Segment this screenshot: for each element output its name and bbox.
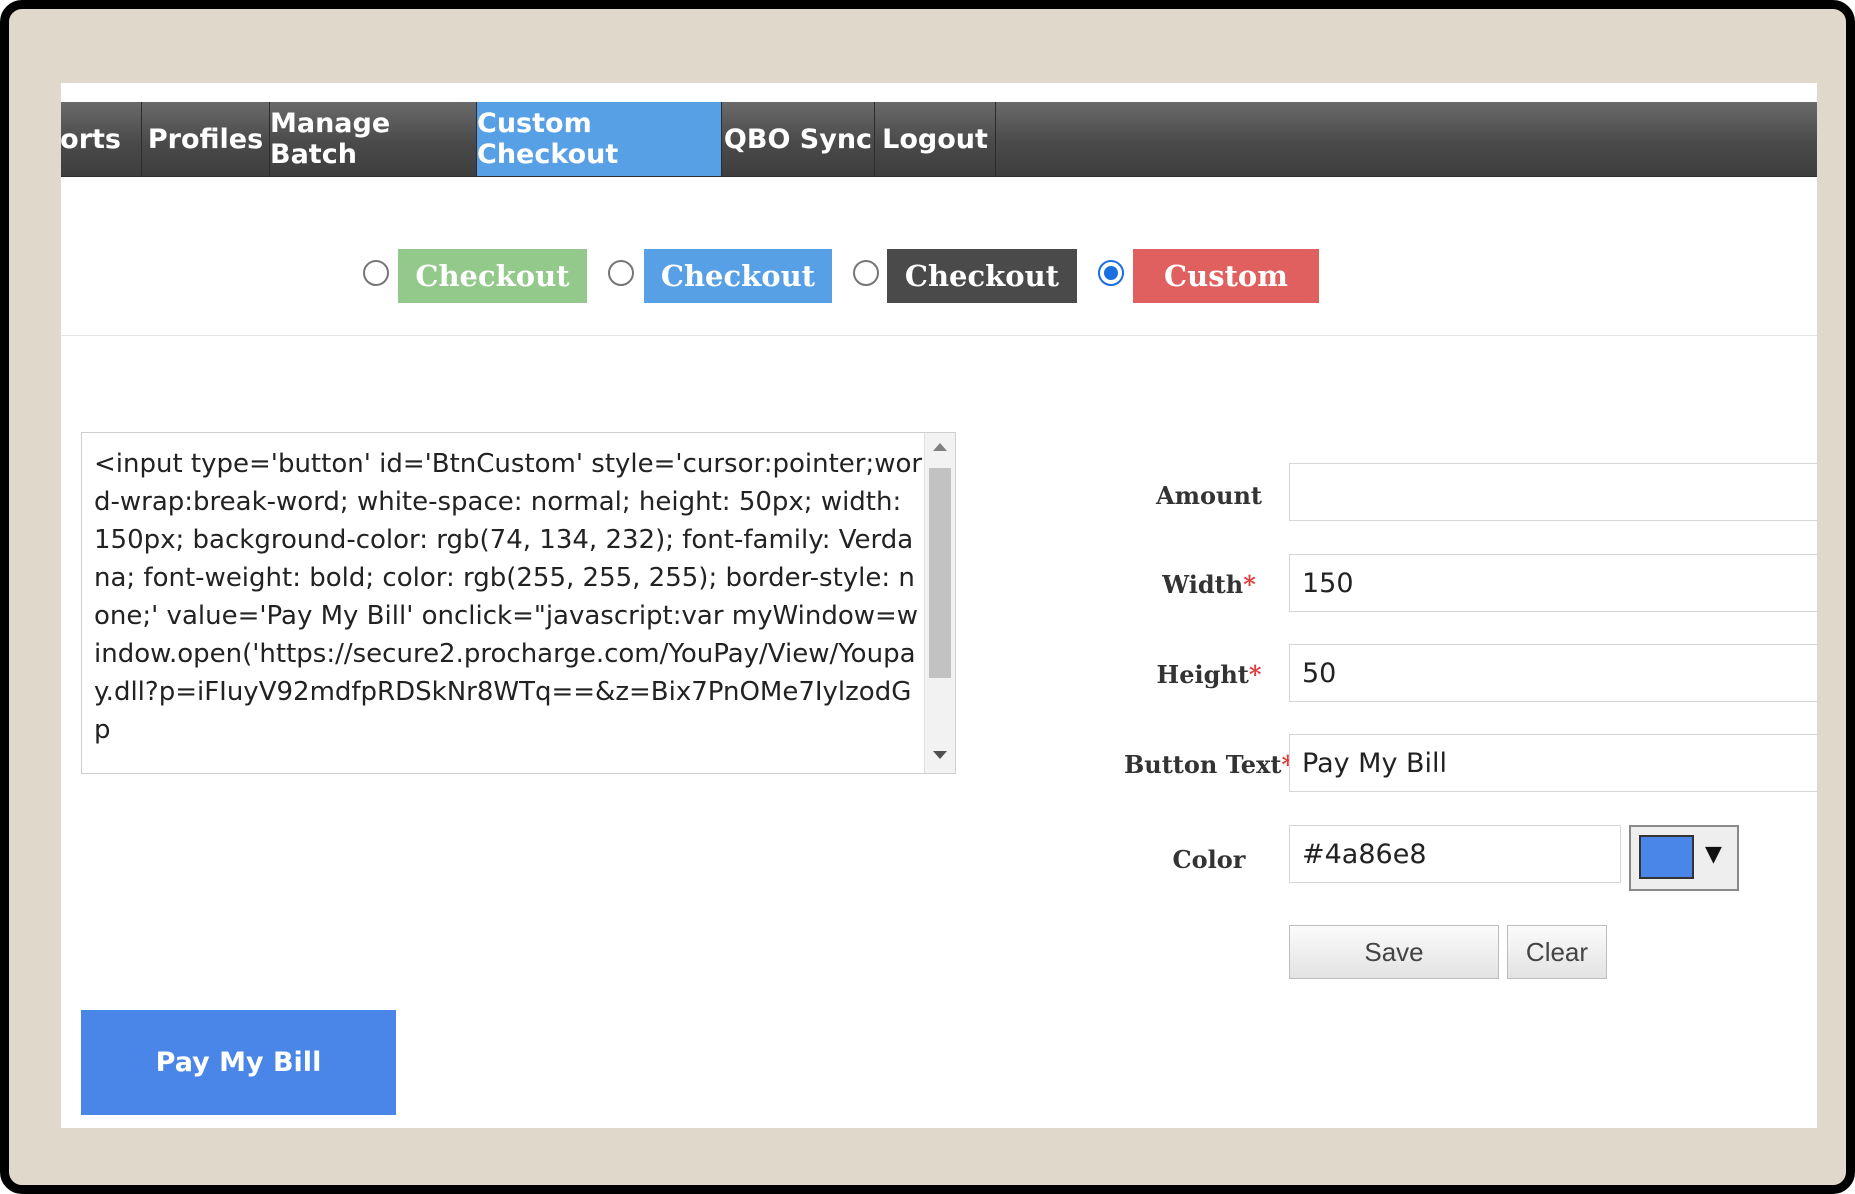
scroll-down-icon[interactable] xyxy=(933,751,947,759)
preset-radio-custom[interactable] xyxy=(1098,260,1124,286)
nav-item-custom-checkout[interactable]: Custom Checkout xyxy=(477,102,722,176)
clear-button[interactable]: Clear xyxy=(1507,925,1607,979)
scroll-up-icon[interactable] xyxy=(933,443,947,451)
button-text-input[interactable] xyxy=(1289,734,1817,792)
nav-item-logout[interactable]: Logout xyxy=(875,102,996,176)
preset-radio-dark[interactable] xyxy=(853,260,879,286)
nav-item-manage-batch[interactable]: Manage Batch xyxy=(270,102,477,176)
nav-item-qbo-sync[interactable]: QBO Sync xyxy=(722,102,875,176)
preset-custom[interactable]: Custom xyxy=(1133,249,1319,303)
preset-radio-green[interactable] xyxy=(363,260,389,286)
nav-item-reports[interactable]: orts xyxy=(61,102,142,176)
preset-checkout-dark[interactable]: Checkout xyxy=(887,249,1077,303)
code-scrollbar[interactable] xyxy=(924,433,955,773)
amount-input[interactable] xyxy=(1289,463,1817,521)
scroll-thumb[interactable] xyxy=(929,468,951,678)
page: orts Profiles Manage Batch Custom Checko… xyxy=(61,83,1817,1128)
preset-radio-blue[interactable] xyxy=(608,260,634,286)
dropdown-arrow-icon: ▼ xyxy=(1705,842,1722,867)
main-nav: orts Profiles Manage Batch Custom Checko… xyxy=(61,102,1817,177)
save-button[interactable]: Save xyxy=(1289,925,1499,979)
height-input[interactable] xyxy=(1289,644,1817,702)
code-textarea[interactable]: <input type='button' id='BtnCustom' styl… xyxy=(81,432,956,774)
nav-item-profiles[interactable]: Profiles xyxy=(142,102,270,176)
preset-checkout-blue[interactable]: Checkout xyxy=(644,249,832,303)
color-picker[interactable]: ▼ xyxy=(1629,825,1739,891)
color-input[interactable] xyxy=(1289,825,1621,883)
preset-checkout-green[interactable]: Checkout xyxy=(398,249,587,303)
width-input[interactable] xyxy=(1289,554,1817,612)
code-text: <input type='button' id='BtnCustom' styl… xyxy=(94,449,923,745)
preview-pay-button[interactable]: Pay My Bill xyxy=(81,1010,396,1115)
window-frame: orts Profiles Manage Batch Custom Checko… xyxy=(0,0,1855,1194)
color-swatch xyxy=(1639,835,1694,879)
divider xyxy=(61,335,1817,336)
